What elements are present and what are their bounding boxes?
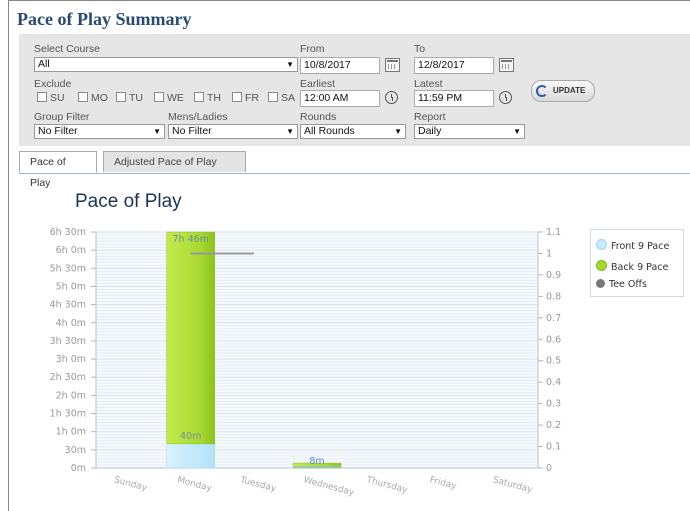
y-left-tick-label: 4h 0m [56,318,86,329]
x-tick-label: Tuesday [238,475,278,495]
y-left-tick-label: 3h 0m [56,354,86,365]
y-right-tick-label: 0.8 [546,291,561,302]
y-left-tick-label: 2h 30m [50,372,86,383]
x-tick-label: Thursday [364,475,409,496]
x-tick-label: Monday [176,475,214,494]
y-right-tick-label: 0.6 [546,334,561,345]
y-right-tick-label: 0.4 [546,377,561,388]
x-tick-label: Sunday [113,475,149,494]
y-right-tick-label: 0.3 [546,399,561,410]
y-right-tick-label: 0.9 [546,270,561,281]
y-left-tick-label: 30m [65,445,86,456]
y-right-tick-label: 0 [546,463,552,474]
back-9-swatch [596,260,607,271]
data-label: 40m [180,431,201,442]
y-right-tick-label: 0.7 [546,313,561,324]
y-left-tick-label: 0m [71,463,86,474]
y-right-tick-label: 0.5 [546,356,561,367]
y-left-tick-label: 6h 0m [56,245,86,256]
legend-label: Front 9 Pace [611,241,670,252]
y-left-tick-label: 2h 0m [56,390,86,401]
y-left-tick-label: 1h 0m [56,427,86,438]
y-right-tick-label: 0.2 [546,420,561,431]
legend-item-tee-offs[interactable]: Tee Offs [596,279,647,290]
legend-label: Tee Offs [609,279,647,290]
legend-item-back-9[interactable]: Back 9 Pace [596,260,668,273]
y-left-tick-label: 3h 30m [50,336,86,347]
y-left-tick-label: 4h 30m [50,300,86,311]
y-right-tick-label: 1.1 [546,227,561,238]
y-right-tick-label: 1 [546,248,552,259]
y-left-tick-label: 5h 0m [56,281,86,292]
tee-offs-swatch [596,279,605,288]
pace-chart: 0m 30m 1h 0m 1h 30m 2h 0m 2h 30m 3h 0m 3h 30m 4h… [50,227,562,499]
legend-label: Back 9 Pace [611,262,669,273]
front-9-swatch [596,239,607,250]
x-tick-label: Wednesday [302,475,356,498]
bar-back-9-monday [166,231,215,445]
x-tick-label: Saturday [492,475,534,495]
y-left-tick-label: 5h 30m [50,263,86,274]
data-label: 7h 46m [172,234,208,245]
x-tick-label: Friday [429,475,459,492]
data-label: 8m [309,456,324,467]
y-right-tick-label: 0.1 [546,442,561,453]
y-left-tick-label: 6h 30m [50,227,86,238]
chart-legend: Front 9 Pace Back 9 Pace Tee Offs [590,229,684,297]
bar-front-9-monday [166,443,215,469]
y-left-tick-label: 1h 30m [50,409,86,420]
legend-item-front-9[interactable]: Front 9 Pace [596,239,669,252]
